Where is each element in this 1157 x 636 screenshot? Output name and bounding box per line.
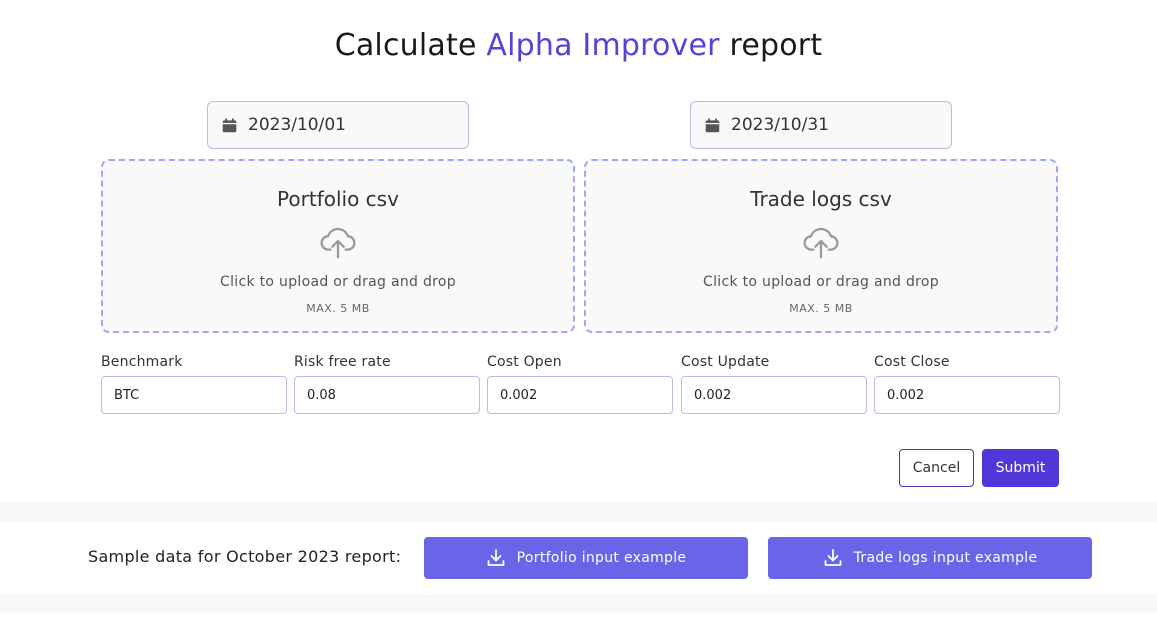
- end-date-field[interactable]: 2023/10/31: [690, 101, 952, 149]
- title-prefix: Calculate: [334, 28, 477, 63]
- dropzone-instruction: Click to upload or drag and drop: [703, 274, 939, 290]
- portfolio-dropzone[interactable]: Portfolio csv Click to upload or drag an…: [101, 159, 575, 333]
- cost-open-group: Cost Open: [487, 354, 673, 414]
- cost-close-label: Cost Close: [874, 354, 950, 370]
- dropzone-max-size: MAX. 5 MB: [789, 302, 853, 315]
- cost-open-input[interactable]: [487, 376, 673, 414]
- cost-update-group: Cost Update: [681, 354, 867, 414]
- dropzone-max-size: MAX. 5 MB: [306, 302, 370, 315]
- dropzone-title: Portfolio csv: [277, 187, 399, 211]
- cost-close-group: Cost Close: [874, 354, 1060, 414]
- title-accent: Alpha Improver: [486, 28, 720, 63]
- trade-logs-example-label: Trade logs input example: [853, 550, 1038, 566]
- divider-band: [0, 594, 1157, 612]
- risk-free-rate-input[interactable]: [294, 376, 480, 414]
- download-icon: [824, 549, 841, 566]
- divider-band: [0, 503, 1157, 521]
- risk-free-rate-label: Risk free rate: [294, 354, 391, 370]
- page-title: Calculate Alpha Improver report: [0, 28, 1157, 63]
- start-date-field[interactable]: 2023/10/01: [207, 101, 469, 149]
- portfolio-example-label: Portfolio input example: [516, 550, 687, 566]
- trade-logs-example-download-button[interactable]: Trade logs input example: [768, 537, 1092, 579]
- trade-logs-dropzone[interactable]: Trade logs csv Click to upload or drag a…: [584, 159, 1058, 333]
- start-date-value: 2023/10/01: [248, 115, 346, 135]
- cancel-button[interactable]: Cancel: [899, 449, 974, 487]
- download-icon: [487, 549, 505, 566]
- sample-data-label: Sample data for October 2023 report:: [88, 547, 402, 566]
- dropzone-title: Trade logs csv: [750, 187, 892, 211]
- cost-close-input[interactable]: [874, 376, 1060, 414]
- end-date-value: 2023/10/31: [731, 115, 829, 135]
- calendar-icon: [705, 117, 720, 132]
- benchmark-label: Benchmark: [101, 354, 183, 370]
- cloud-upload-icon: [320, 227, 356, 259]
- cost-update-input[interactable]: [681, 376, 867, 414]
- benchmark-input[interactable]: [101, 376, 287, 414]
- cloud-upload-icon: [803, 227, 839, 259]
- report-page: Calculate Alpha Improver report 2023/10/…: [0, 0, 1157, 636]
- risk-free-rate-group: Risk free rate: [294, 354, 480, 414]
- dropzone-instruction: Click to upload or drag and drop: [220, 274, 456, 290]
- title-suffix: report: [729, 28, 823, 63]
- cost-update-label: Cost Update: [681, 354, 770, 370]
- submit-button[interactable]: Submit: [982, 449, 1059, 487]
- cost-open-label: Cost Open: [487, 354, 562, 370]
- calendar-icon: [222, 117, 237, 132]
- benchmark-group: Benchmark: [101, 354, 287, 414]
- portfolio-example-download-button[interactable]: Portfolio input example: [424, 537, 748, 579]
